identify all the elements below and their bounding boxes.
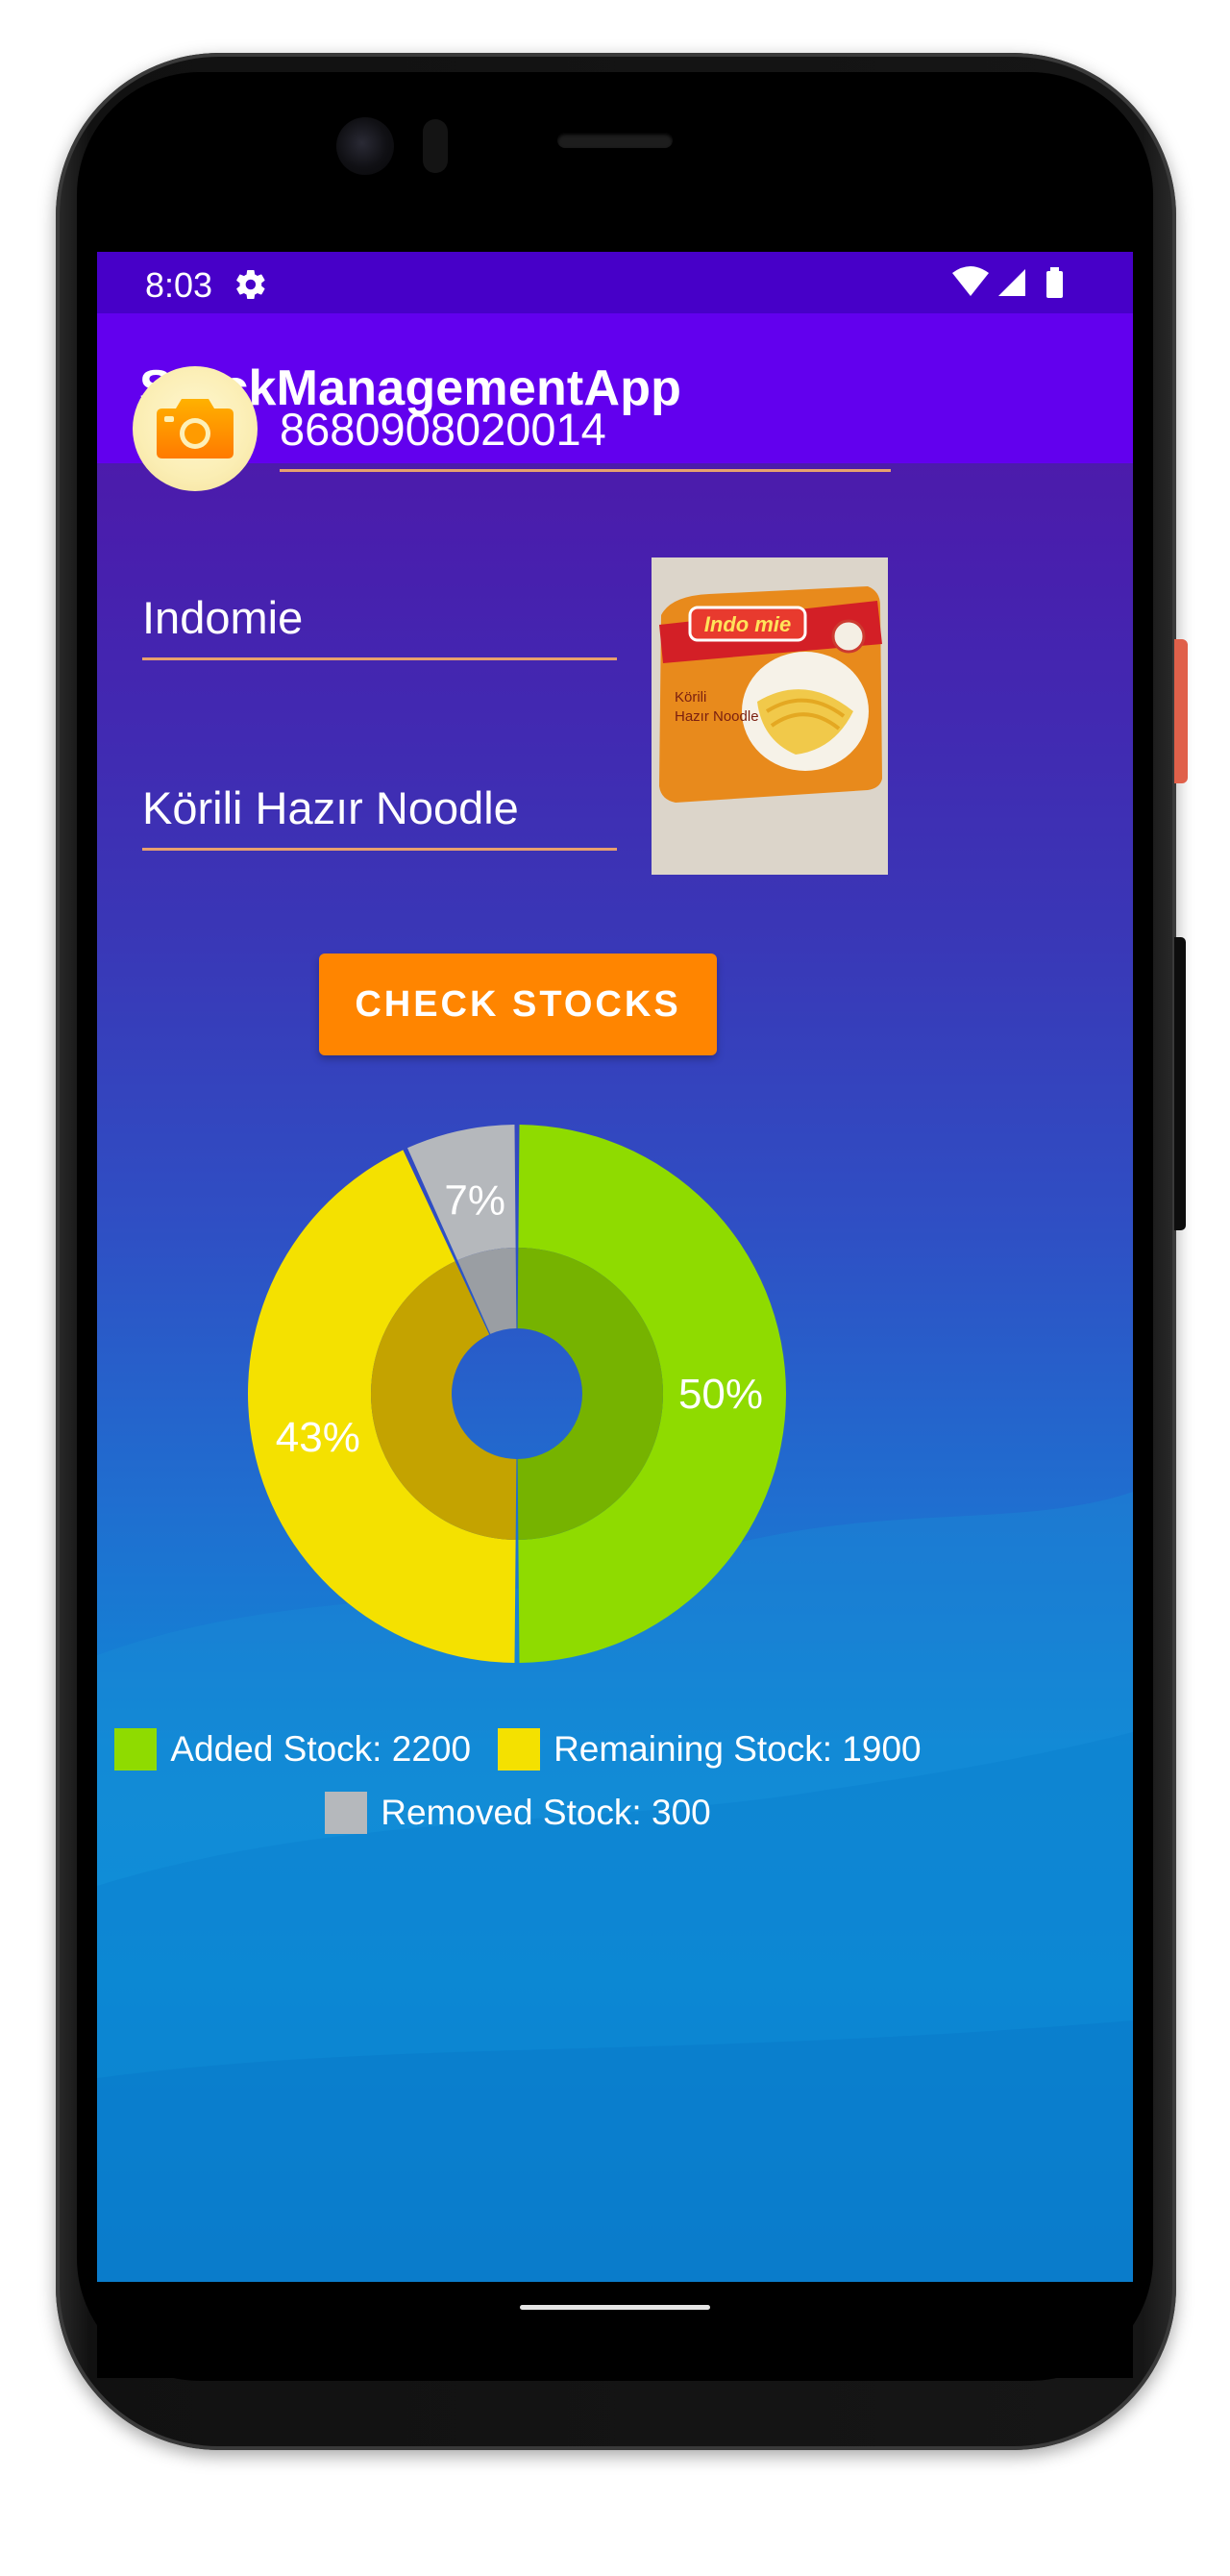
product-image: Indo mie Körili Hazır Noodle: [652, 557, 888, 875]
camera-icon: [157, 399, 234, 458]
legend-item-remaining: Remaining Stock: 1900: [498, 1728, 922, 1771]
legend-label-added: Added Stock: 2200: [170, 1729, 472, 1769]
data-label-removed-stock: 7%: [444, 1177, 505, 1225]
data-label-remaining-stock: 43%: [276, 1414, 360, 1461]
brand-input[interactable]: [142, 591, 617, 644]
navigation-bar: [97, 2282, 1133, 2378]
power-button: [1174, 639, 1188, 783]
legend-swatch-remaining: [498, 1728, 541, 1771]
svg-text:Indo mie: Indo mie: [704, 612, 791, 636]
scan-barcode-button[interactable]: [133, 366, 258, 491]
proximity-sensor: [423, 119, 448, 173]
legend-swatch-removed: [325, 1792, 368, 1834]
chart-legend: Added Stock: 2200 Remaining Stock: 1900 …: [0, 1726, 1036, 1853]
data-label-added-stock: 50%: [678, 1371, 763, 1418]
legend-item-added: Added Stock: 2200: [114, 1728, 471, 1771]
brand-field[interactable]: [142, 581, 617, 660]
volume-button: [1174, 937, 1186, 1230]
svg-text:Körili: Körili: [675, 689, 706, 706]
svg-text:Hazır Noodle: Hazır Noodle: [675, 708, 759, 725]
barcode-field[interactable]: [280, 392, 891, 472]
stock-pie-chart: 50% 43% 7%: [248, 1125, 786, 1663]
battery-icon: [1046, 271, 1063, 298]
legend-label-removed: Removed Stock: 300: [381, 1793, 711, 1832]
earpiece-speaker: [557, 133, 673, 148]
barcode-input[interactable]: [280, 403, 891, 456]
home-gesture-pill[interactable]: [520, 2305, 710, 2310]
legend-label-remaining: Remaining Stock: 1900: [554, 1729, 922, 1769]
wifi-icon: [952, 266, 989, 296]
check-stocks-button[interactable]: CHECK STOCKS: [319, 954, 717, 1055]
status-time: 8:03: [145, 265, 213, 305]
product-name-input[interactable]: [142, 781, 617, 834]
legend-item-removed: Removed Stock: 300: [325, 1792, 711, 1834]
legend-swatch-added: [114, 1728, 158, 1771]
product-name-field[interactable]: [142, 771, 617, 851]
status-icons: [952, 266, 1063, 298]
front-camera: [336, 117, 394, 175]
gear-icon: [236, 269, 265, 300]
status-bar: 8:03: [97, 252, 1133, 313]
signal-icon: [998, 269, 1025, 296]
